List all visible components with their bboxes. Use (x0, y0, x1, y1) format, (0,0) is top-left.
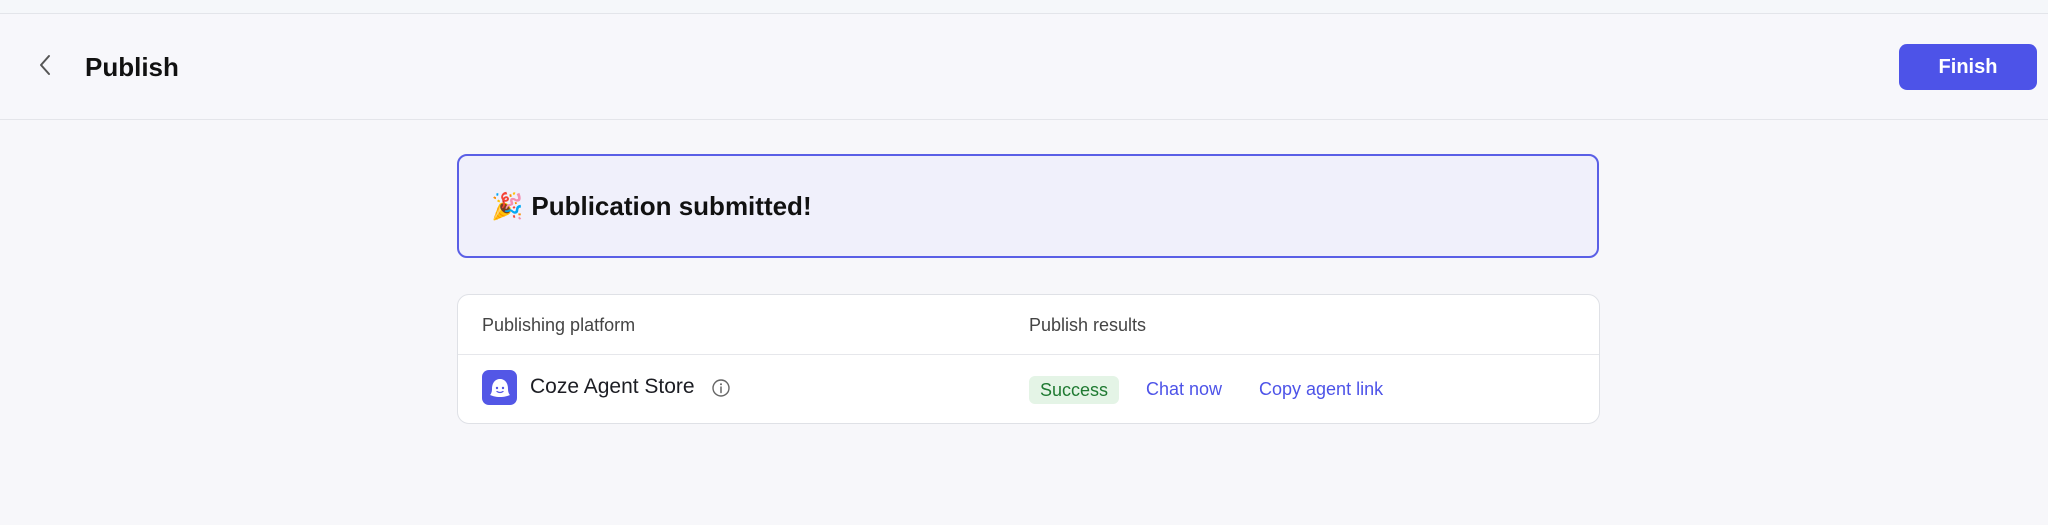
page-title: Publish (85, 52, 179, 82)
chevron-left-icon (38, 54, 52, 81)
status-badge: Success (1029, 376, 1120, 404)
page-header: Publish Finish (0, 14, 2048, 120)
banner-message: Publication submitted! (531, 190, 812, 221)
finish-button[interactable]: Finish (1899, 44, 2037, 90)
copy-agent-link[interactable]: Copy agent link (1259, 379, 1383, 400)
table-header: Publishing platform Publish results (458, 295, 1599, 355)
chat-now-link[interactable]: Chat now (1146, 379, 1222, 400)
top-strip (0, 0, 2048, 14)
party-popper-icon: 🎉 (491, 191, 524, 221)
platform-name: Coze Agent Store (530, 375, 695, 398)
back-button[interactable] (30, 52, 60, 82)
publication-banner: 🎉 Publication submitted! (457, 154, 1599, 258)
publish-results-table: Publishing platform Publish results Coze… (457, 294, 1600, 424)
column-header-platform: Publishing platform (482, 315, 636, 335)
column-header-results: Publish results (1029, 315, 1147, 335)
coze-logo-icon (482, 370, 517, 405)
info-icon[interactable] (711, 378, 731, 398)
table-row: Coze Agent Store Success Chat now Copy a… (458, 355, 1599, 423)
